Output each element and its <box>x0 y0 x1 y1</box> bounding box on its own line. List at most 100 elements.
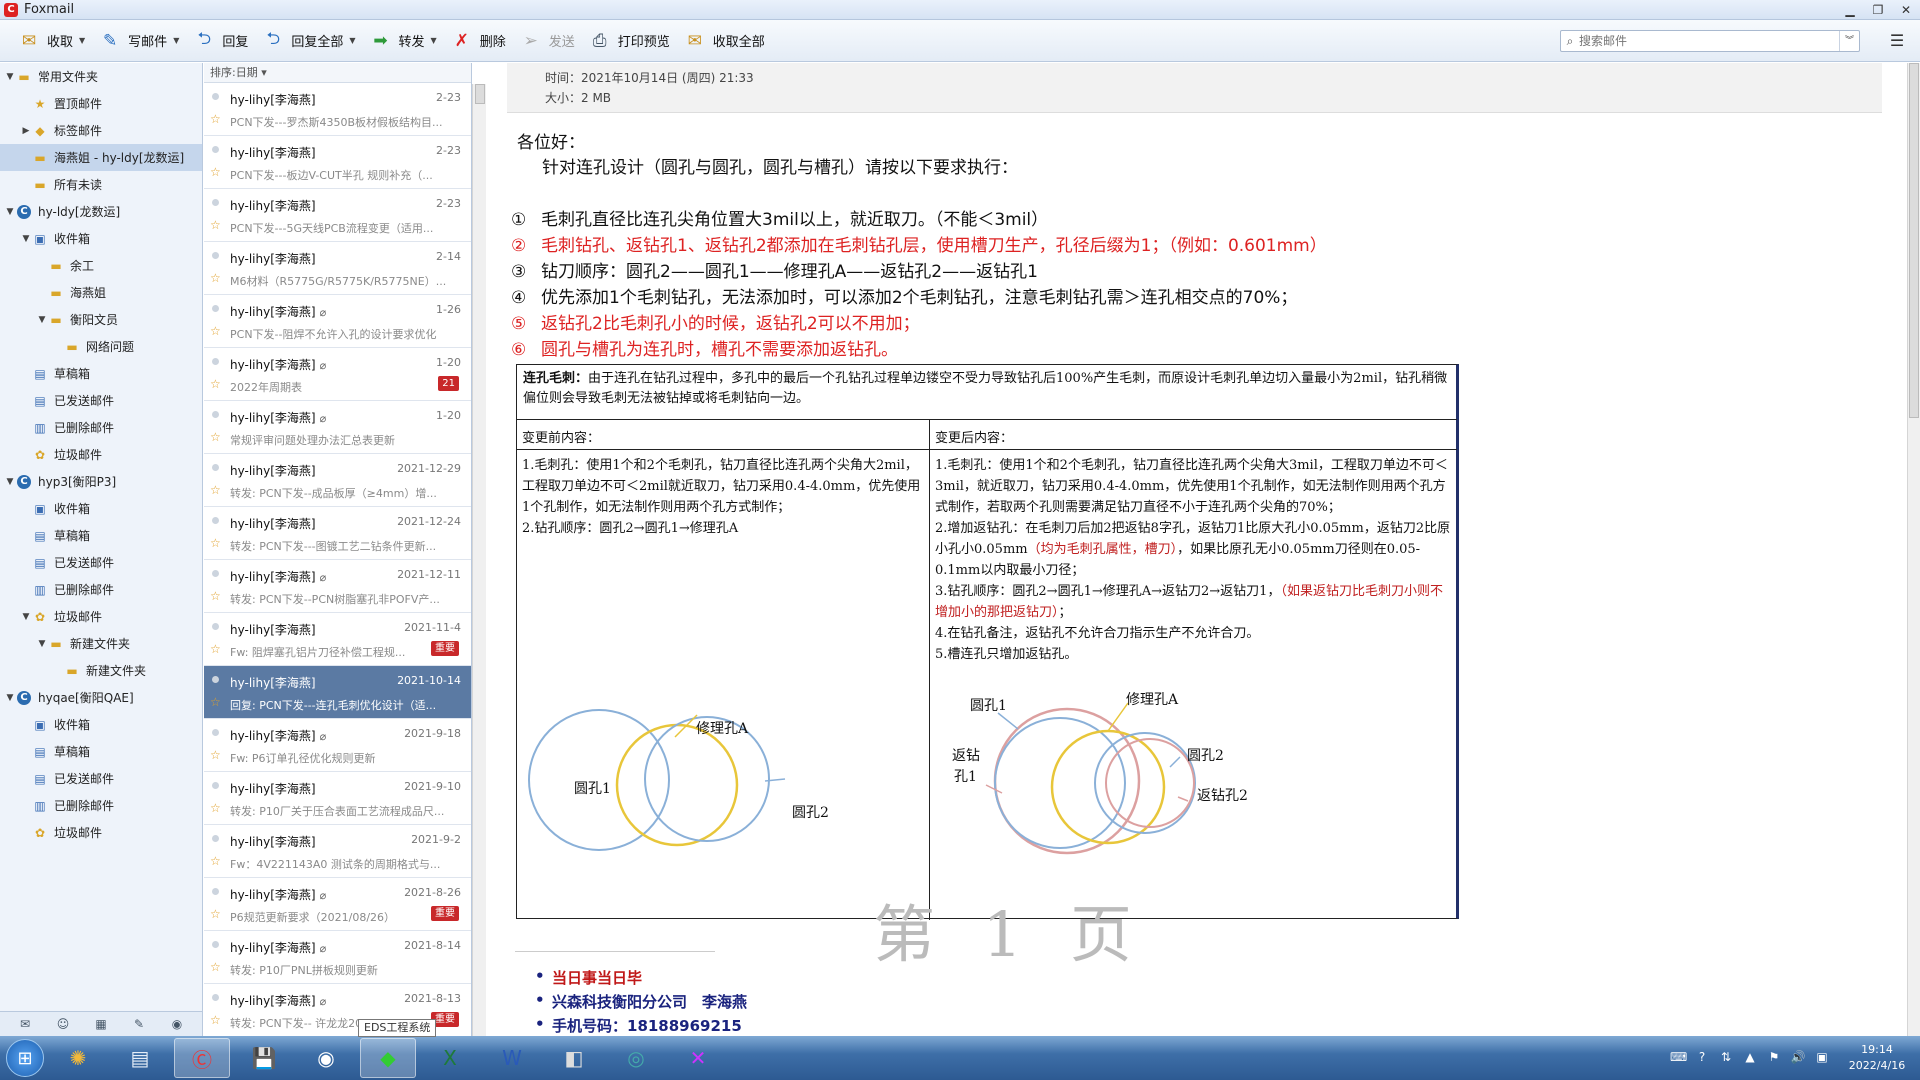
folder-item[interactable]: ▬ 所有未读 <box>0 171 202 198</box>
star-icon[interactable]: ☆ <box>210 377 221 391</box>
star-icon[interactable]: ☆ <box>210 1013 221 1027</box>
keyboard-icon[interactable]: ⌨ <box>1670 1050 1687 1066</box>
read-status-icon[interactable] <box>212 994 219 1001</box>
taskbar-shell-app-icon[interactable]: ✺ <box>50 1038 106 1078</box>
star-icon[interactable]: ☆ <box>210 589 221 603</box>
folder-item[interactable]: ▼ Chyqae[衡阳QAE] <box>0 684 202 711</box>
message-row[interactable]: ☆ hy-lihy[李海燕] 2-23 PCN下发---罗杰斯4350B板材假板结构目… <box>204 83 471 136</box>
receive-all-button[interactable]: ✉ 收取全部 <box>680 26 775 56</box>
collapse-arrow-icon[interactable]: ▼ <box>4 72 16 82</box>
collapse-arrow-icon[interactable]: ▼ <box>4 477 16 487</box>
folder-item[interactable]: ▼ Chyp3[衡阳P3] <box>0 468 202 495</box>
clock[interactable]: 19:14 2022/4/16 <box>1834 1042 1920 1074</box>
mail-icon[interactable]: ✉ <box>17 1017 33 1031</box>
search-input[interactable] <box>1579 34 1839 48</box>
message-list-scrollbar[interactable] <box>472 84 486 1036</box>
delete-button[interactable]: ✗ 删除 <box>447 26 516 56</box>
read-status-icon[interactable] <box>212 835 219 842</box>
star-icon[interactable]: ☆ <box>210 165 221 179</box>
star-icon[interactable]: ☆ <box>210 854 221 868</box>
reply-button[interactable]: ⮌ 回复 <box>189 26 258 56</box>
taskbar-notepad-icon[interactable]: ▤ <box>112 1038 168 1078</box>
reading-pane-scrollbar[interactable] <box>1907 63 1920 1036</box>
sort-selector[interactable]: 排序:日期 ▾ <box>204 63 471 83</box>
read-status-icon[interactable] <box>212 146 219 153</box>
flag-icon[interactable]: ⚑ <box>1766 1050 1782 1066</box>
star-icon[interactable]: ☆ <box>210 960 221 974</box>
folder-item[interactable]: ▬ 新建文件夹 <box>0 657 202 684</box>
rss-icon[interactable]: ◉ <box>169 1017 185 1031</box>
collapse-arrow-icon[interactable]: ▼ <box>4 693 16 703</box>
message-row[interactable]: ☆ hy-lihy[李海燕] 2021-9-2 Fw：4V221143A0 测试条的周… <box>204 825 471 878</box>
folder-item[interactable]: ▼ ▬ 新建文件夹 <box>0 630 202 657</box>
receive-button[interactable]: ✉ 收取 ▼ <box>14 26 95 56</box>
folder-item[interactable]: ▼ ▬ 衡阳文员 <box>0 306 202 333</box>
notes-icon[interactable]: ✎ <box>131 1017 147 1031</box>
read-status-icon[interactable] <box>212 729 219 736</box>
search-options-icon[interactable]: ︾ <box>1839 31 1859 51</box>
message-row[interactable]: ☆ hy-lihy[李海燕] 2-14 M6材料（R5775G/R5775K/R577… <box>204 242 471 295</box>
read-status-icon[interactable] <box>212 199 219 206</box>
collapse-arrow-icon[interactable]: ▼ <box>20 234 32 244</box>
read-status-icon[interactable] <box>212 941 219 948</box>
folder-item[interactable]: ✿ 垃圾邮件 <box>0 441 202 468</box>
star-icon[interactable]: ☆ <box>210 324 221 338</box>
star-icon[interactable]: ☆ <box>210 801 221 815</box>
message-row[interactable]: ☆ hy-lihy[李海燕] ⌀ 1-20 2022年周期表 21 <box>204 348 471 401</box>
scroll-thumb[interactable] <box>1909 63 1919 418</box>
folder-item[interactable]: ▤ 已发送邮件 <box>0 387 202 414</box>
folder-item[interactable]: ▥ 已删除邮件 <box>0 792 202 819</box>
network-icon[interactable]: ▣ <box>1814 1050 1830 1066</box>
read-status-icon[interactable] <box>212 676 219 683</box>
collapse-arrow-icon[interactable]: ▼ <box>4 207 16 217</box>
taskbar-eds-icon[interactable]: ◆ <box>360 1038 416 1078</box>
message-row[interactable]: ☆ hy-lihy[李海燕] 2021-9-10 转发: P10厂关于压合表面工艺流程… <box>204 772 471 825</box>
collapse-arrow-icon[interactable]: ▼ <box>20 612 32 622</box>
message-row[interactable]: ☆ hy-lihy[李海燕] ⌀ 2021-8-14 转发: P10厂PNL拼板规则更新 <box>204 931 471 984</box>
taskbar-excel-icon[interactable]: X <box>422 1038 478 1078</box>
close-icon[interactable]: ✕ <box>1892 0 1920 20</box>
taskbar-messenger-icon[interactable]: ◉ <box>298 1038 354 1078</box>
star-icon[interactable]: ☆ <box>210 218 221 232</box>
read-status-icon[interactable] <box>212 464 219 471</box>
folder-item[interactable]: ▼ ✿ 垃圾邮件 <box>0 603 202 630</box>
expand-arrow-icon[interactable]: ▶ <box>20 126 32 136</box>
message-row[interactable]: ☆ hy-lihy[李海燕] ⌀ 2021-9-18 Fw: P6订单孔径优化规则更新 <box>204 719 471 772</box>
show-hidden-icon[interactable]: ▲ <box>1742 1050 1758 1066</box>
read-status-icon[interactable] <box>212 93 219 100</box>
message-row[interactable]: ☆ hy-lihy[李海燕] 2021-11-4 Fw: 阻焊塞孔铝片刀径补偿工程规.… <box>204 613 471 666</box>
collapse-arrow-icon[interactable]: ▼ <box>36 639 48 649</box>
print-preview-button[interactable]: ⎙ 打印预览 <box>585 26 680 56</box>
star-icon[interactable]: ☆ <box>210 642 221 656</box>
read-status-icon[interactable] <box>212 888 219 895</box>
taskbar-foxmail-icon[interactable]: Ⓒ <box>174 1038 230 1078</box>
chevron-down-icon[interactable]: ▼ <box>431 36 437 45</box>
read-status-icon[interactable] <box>212 570 219 577</box>
folder-item[interactable]: ✿ 垃圾邮件 <box>0 819 202 846</box>
main-menu-icon[interactable]: ☰ <box>1886 30 1908 52</box>
star-icon[interactable]: ☆ <box>210 430 221 444</box>
star-icon[interactable]: ☆ <box>210 695 221 709</box>
message-row[interactable]: ☆ hy-lihy[李海燕] 2-23 PCN下发---板边V-CUT半孔 规则补充（… <box>204 136 471 189</box>
message-row[interactable]: ☆ hy-lihy[李海燕] ⌀ 2021-8-26 P6规范更新要求（2021/08/… <box>204 878 471 931</box>
folder-item[interactable]: ▤ 草稿箱 <box>0 360 202 387</box>
chevron-down-icon[interactable]: ▼ <box>349 36 355 45</box>
forward-button[interactable]: ➡ 转发 ▼ <box>366 26 447 56</box>
folder-item[interactable]: ▤ 已发送邮件 <box>0 549 202 576</box>
chevron-down-icon[interactable]: ▼ <box>79 36 85 45</box>
folder-item[interactable]: ▬ 余工 <box>0 252 202 279</box>
star-icon[interactable]: ☆ <box>210 112 221 126</box>
contacts-icon[interactable]: ☺ <box>55 1017 71 1031</box>
scroll-thumb[interactable] <box>475 84 485 104</box>
volume-icon[interactable]: 🔊 <box>1790 1050 1806 1066</box>
collapse-arrow-icon[interactable]: ▼ <box>36 315 48 325</box>
folder-item[interactable]: ▬ 网络问题 <box>0 333 202 360</box>
read-status-icon[interactable] <box>212 517 219 524</box>
message-row[interactable]: ☆ hy-lihy[李海燕] ⌀ 1-26 PCN下发--阻焊不允许入孔的设计要求优化 <box>204 295 471 348</box>
reply-all-button[interactable]: ⮌ 回复全部 ▼ <box>258 26 365 56</box>
folder-item[interactable]: ▥ 已删除邮件 <box>0 576 202 603</box>
star-icon[interactable]: ☆ <box>210 907 221 921</box>
message-row[interactable]: ☆ hy-lihy[李海燕] 2-23 PCN下发---5G天线PCB流程变更（适用.… <box>204 189 471 242</box>
read-status-icon[interactable] <box>212 252 219 259</box>
start-button[interactable]: ⊞ <box>6 1039 44 1077</box>
